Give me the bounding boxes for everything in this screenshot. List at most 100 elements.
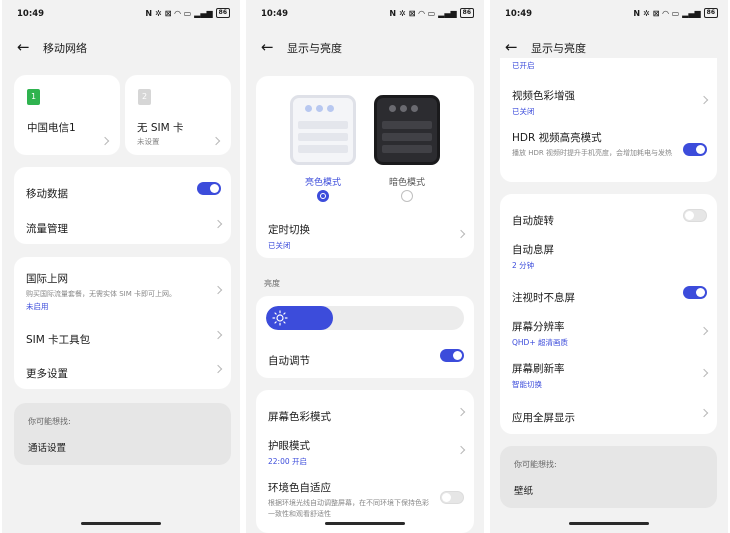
gaze-toggle[interactable] <box>683 286 707 299</box>
auto-rotate-row[interactable]: 自动旋转 <box>512 209 707 227</box>
auto-adjust-toggle[interactable] <box>440 349 464 362</box>
signal-icon: ▂▄▆ <box>438 8 457 18</box>
intl-row[interactable]: 国际上网 购买国际流量套餐，无需实体 SIM 卡即可上网。 未启用 <box>26 271 223 313</box>
ambient-label: 环境色自适应 <box>268 482 331 494</box>
sim2-card[interactable]: 2 无 SIM 卡 未设置 <box>125 75 231 155</box>
vibrate-icon: ✲ <box>399 8 406 18</box>
theme-card: 亮色模式 暗色模式 定时切换 已关闭 <box>256 76 474 258</box>
intl-desc: 购买国际流量套餐，无需实体 SIM 卡即可上网。 <box>26 290 176 298</box>
status-bar: 10:49 N ✲ ⊠ ◠ ▭ ▂▄▆ 86 <box>261 8 474 22</box>
dark-mode-label: 暗色模式 <box>389 178 426 188</box>
suggestion-card: 你可能想找: 壁纸 <box>500 446 717 508</box>
refresh-rate-row[interactable]: 屏幕刷新率 智能切换 <box>512 361 709 389</box>
nfc-icon: N <box>633 8 641 18</box>
status-bar: 10:49 N ✲ ⊠ ◠ ▭ ▂▄▆ 86 <box>505 8 718 22</box>
alarm-icon: ⊠ <box>652 8 660 18</box>
status-time: 10:49 <box>505 9 533 19</box>
status-time: 10:49 <box>261 9 289 19</box>
color-mode-row[interactable]: 屏幕色彩模式 <box>268 405 466 423</box>
status-icons: N ✲ ⊠ ◠ ▭ ▂▄▆ 86 <box>145 8 230 18</box>
vibrate-icon: ✲ <box>155 8 162 18</box>
suggestion-hint: 你可能想找: <box>28 417 71 426</box>
back-arrow-icon[interactable]: ← <box>17 40 33 56</box>
page-title: 显示与亮度 <box>287 42 342 55</box>
more-settings-row[interactable]: 更多设置 <box>26 362 223 380</box>
light-mode-radio[interactable] <box>317 190 329 202</box>
brightness-slider[interactable] <box>266 306 464 330</box>
previous-item-status: 已开启 <box>512 61 535 70</box>
dark-mode-radio[interactable] <box>401 190 413 202</box>
ambient-row[interactable]: 环境色自适应 根据环境光线自动调整屏幕，在不同环境下保持色彩一致性和观看舒适性 <box>268 480 464 520</box>
wifi-icon: ◠ <box>418 8 425 18</box>
home-indicator[interactable] <box>569 522 649 525</box>
intl-status: 未启用 <box>26 302 49 311</box>
color-card: 屏幕色彩模式 护眼模式 22:00 开启 环境色自适应 根据环境光线自动调整屏幕… <box>256 390 474 533</box>
gaze-row[interactable]: 注视时不息屏 <box>512 286 707 304</box>
status-icons: N ✲ ⊠ ◠ ▭ ▂▄▆ 86 <box>389 8 474 18</box>
nfc-icon: N <box>145 8 153 18</box>
page-title: 显示与亮度 <box>531 42 586 55</box>
auto-rotate-toggle[interactable] <box>683 209 707 222</box>
auto-sleep-row[interactable]: 自动息屏 2 分钟 <box>512 242 707 270</box>
fullscreen-label: 应用全屏显示 <box>512 412 575 424</box>
sim1-name: 中国电信1 <box>27 122 76 134</box>
display-brightness-screen: 10:49 N ✲ ⊠ ◠ ▭ ▂▄▆ 86 ← 显示与亮度 亮色模式 暗色模式… <box>246 0 484 533</box>
mobile-data-row[interactable]: 移动数据 <box>26 182 221 200</box>
fullscreen-row[interactable]: 应用全屏显示 <box>512 406 709 424</box>
sim1-card[interactable]: 1 中国电信1 <box>14 75 120 155</box>
page-title: 移动网络 <box>43 42 87 55</box>
ambient-toggle[interactable] <box>440 491 464 504</box>
chevron-right-icon <box>213 364 223 374</box>
suggestion-hint: 你可能想找: <box>514 460 557 469</box>
light-mode-label: 亮色模式 <box>305 178 342 188</box>
more-settings-label: 更多设置 <box>26 368 68 380</box>
traffic-label: 流量管理 <box>26 223 68 235</box>
suggestion-card: 你可能想找: 通话设置 <box>14 403 231 465</box>
hdr-toggle[interactable] <box>683 143 707 156</box>
suggestion-call-settings[interactable]: 通话设置 <box>28 440 66 454</box>
hdr-row[interactable]: HDR 视频高亮模式 播放 HDR 视频时提升手机亮度，会增加耗电与发热 <box>512 130 707 170</box>
home-indicator[interactable] <box>81 522 161 525</box>
hdr-label: HDR 视频高亮模式 <box>512 132 602 144</box>
resolution-label: 屏幕分辨率 <box>512 321 565 333</box>
brightness-card: 自动调节 <box>256 296 474 378</box>
mobile-data-toggle[interactable] <box>197 182 221 195</box>
resolution-row[interactable]: 屏幕分辨率 QHD+ 超清画质 <box>512 319 709 347</box>
gaze-label: 注视时不息屏 <box>512 292 575 304</box>
top-bar: ← 显示与亮度 <box>261 37 474 59</box>
eye-care-row[interactable]: 护眼模式 22:00 开启 <box>268 438 466 466</box>
auto-adjust-row[interactable]: 自动调节 <box>268 349 464 367</box>
wifi-icon: ◠ <box>662 8 669 18</box>
suggestion-wallpaper[interactable]: 壁纸 <box>514 483 533 497</box>
sim-toolkit-label: SIM 卡工具包 <box>26 334 91 346</box>
light-mode-preview[interactable] <box>290 95 356 165</box>
dark-mode-preview[interactable] <box>374 95 440 165</box>
signal-icon: ▂▄▆ <box>194 8 213 18</box>
refresh-rate-status: 智能切换 <box>512 380 542 389</box>
home-indicator[interactable] <box>325 522 405 525</box>
sim-toolkit-row[interactable]: SIM 卡工具包 <box>26 328 223 346</box>
battery-icon: 86 <box>215 8 230 18</box>
battery-icon: 86 <box>459 8 474 18</box>
schedule-status: 已关闭 <box>268 241 291 250</box>
top-bar: ← 移动网络 <box>17 37 230 59</box>
display-brightness-scrolled-screen: 10:49 N ✲ ⊠ ◠ ▭ ▂▄▆ 86 ← 显示与亮度 已开启 视频色彩增… <box>490 0 728 533</box>
eye-care-status: 22:00 开启 <box>268 457 307 466</box>
status-time: 10:49 <box>17 9 45 19</box>
traffic-row[interactable]: 流量管理 <box>26 217 223 235</box>
back-arrow-icon[interactable]: ← <box>505 40 521 56</box>
back-arrow-icon[interactable]: ← <box>261 40 277 56</box>
signal-icon: ▂▄▆ <box>682 8 701 18</box>
video-color-row[interactable]: 视频色彩增强 已关闭 <box>512 88 709 116</box>
sim1-icon: 1 <box>27 89 40 105</box>
mobile-network-screen: 10:49 N ✲ ⊠ ◠ ▭ ▂▄▆ 86 ← 移动网络 1 中国电信1 2 … <box>2 0 240 533</box>
status-bar: 10:49 N ✲ ⊠ ◠ ▭ ▂▄▆ 86 <box>17 8 230 22</box>
alarm-icon: ⊠ <box>408 8 416 18</box>
schedule-row[interactable]: 定时切换 已关闭 <box>268 222 466 250</box>
chevron-right-icon <box>213 330 223 340</box>
top-bar: ← 显示与亮度 <box>505 37 718 59</box>
more-card: 国际上网 购买国际流量套餐，无需实体 SIM 卡即可上网。 未启用 SIM 卡工… <box>14 257 231 389</box>
auto-adjust-label: 自动调节 <box>268 355 310 367</box>
data-card: 移动数据 流量管理 <box>14 167 231 244</box>
vibrate-icon: ✲ <box>643 8 650 18</box>
